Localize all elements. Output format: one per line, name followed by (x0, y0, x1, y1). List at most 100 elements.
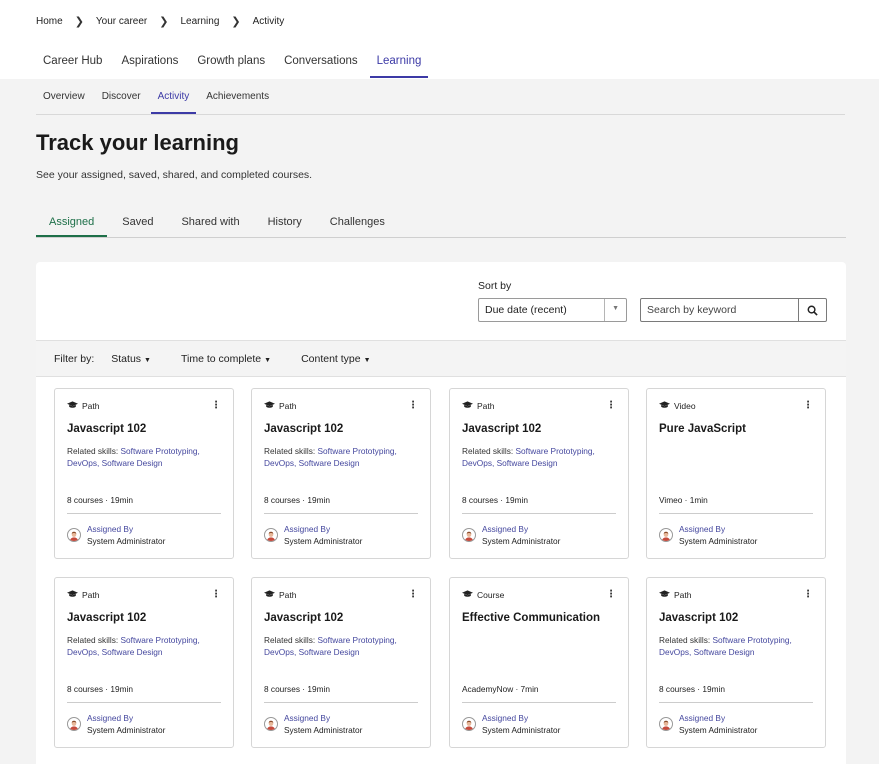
tab-aspirations[interactable]: Aspirations (114, 51, 185, 78)
assigned-by: Assigned By System Administrator (679, 523, 757, 547)
content-type: Path (264, 401, 297, 411)
filter-content-type[interactable]: Content type ▼ (301, 353, 370, 365)
tab-conversations[interactable]: Conversations (277, 51, 365, 78)
search-button[interactable] (798, 299, 826, 321)
avatar (462, 528, 476, 542)
sort-select[interactable]: Due date (recent) ▼ (478, 298, 627, 322)
main-nav: Career Hub Aspirations Growth plans Conv… (36, 51, 433, 78)
content-type: Path (659, 590, 692, 600)
breadcrumb: Home ❯ Your career ❯ Learning ❯ Activity (36, 15, 284, 28)
page-title: Track your learning (36, 130, 239, 155)
card-title[interactable]: Pure JavaScript (659, 423, 746, 435)
card-title[interactable]: Javascript 102 (462, 423, 541, 435)
tab-learning[interactable]: Learning (369, 51, 429, 78)
learning-card[interactable]: Path ⋮ Javascript 102 Related skills: Softw… (54, 388, 234, 559)
filter-time-to-complete[interactable]: Time to complete ▼ (181, 353, 271, 365)
tab-saved[interactable]: Saved (109, 212, 166, 237)
divider (67, 513, 221, 514)
card-meta: Vimeo · 1min (659, 495, 708, 505)
assigned-by-name: System Administrator (679, 536, 758, 546)
assigned-by-name: System Administrator (87, 536, 166, 546)
assigned-by-label: Assigned By (284, 524, 331, 534)
content-type: Path (462, 401, 495, 411)
chevron-right-icon: ❯ (231, 16, 241, 28)
more-options-icon[interactable]: ⋮ (803, 590, 813, 600)
learning-card[interactable]: Course ⋮ Effective Communication AcademyNow… (449, 577, 629, 748)
tab-history[interactable]: History (255, 212, 315, 237)
subtab-activity[interactable]: Activity (150, 89, 197, 114)
content-type: Path (67, 590, 100, 600)
learning-card[interactable]: Path ⋮ Javascript 102 Related skills: Softw… (251, 388, 431, 559)
assigned-by-label: Assigned By (679, 524, 726, 534)
content-type: Course (462, 590, 504, 600)
related-skills-label: Related skills: (659, 635, 713, 645)
assigned-by-label: Assigned By (87, 713, 134, 723)
assigned-by-label: Assigned By (87, 524, 134, 534)
card-title[interactable]: Javascript 102 (67, 612, 146, 624)
card-title[interactable]: Javascript 102 (659, 612, 738, 624)
card-title[interactable]: Javascript 102 (264, 423, 343, 435)
breadcrumb-home[interactable]: Home (36, 16, 63, 27)
caret-down-icon: ▼ (363, 356, 371, 364)
more-options-icon[interactable]: ⋮ (408, 590, 418, 600)
more-options-icon[interactable]: ⋮ (606, 590, 616, 600)
avatar (462, 717, 476, 731)
learning-card[interactable]: Path ⋮ Javascript 102 Related skills: Softw… (54, 577, 234, 748)
subtab-overview[interactable]: Overview (36, 89, 92, 114)
assigned-by-name: System Administrator (284, 725, 363, 735)
assigned-by-label: Assigned By (284, 713, 331, 723)
assigned-by-label: Assigned By (482, 524, 529, 534)
learning-card[interactable]: Path ⋮ Javascript 102 Related skills: Softw… (449, 388, 629, 559)
breadcrumb-activity: Activity (252, 16, 285, 27)
card-title[interactable]: Effective Communication (462, 612, 600, 624)
content-type-label: Path (477, 401, 495, 411)
card-meta: 8 courses · 19min (67, 684, 133, 694)
card-meta: 8 courses · 19min (462, 495, 528, 505)
more-options-icon[interactable]: ⋮ (211, 590, 221, 600)
divider (264, 702, 418, 703)
content-type-label: Path (279, 401, 297, 411)
avatar (264, 717, 278, 731)
tab-career-hub[interactable]: Career Hub (36, 51, 109, 78)
filter-status[interactable]: Status ▼ (111, 353, 151, 365)
related-skills: Related skills: Software Prototyping, De… (67, 634, 227, 658)
top-header: Home ❯ Your career ❯ Learning ❯ Activity… (0, 0, 879, 79)
sort-label: Sort by (478, 280, 512, 292)
more-options-icon[interactable]: ⋮ (211, 401, 221, 411)
breadcrumb-learning[interactable]: Learning (180, 16, 219, 27)
related-skills-label: Related skills: (264, 635, 318, 645)
assigned-by: Assigned By System Administrator (87, 523, 165, 547)
chevron-right-icon: ❯ (159, 16, 169, 28)
tab-shared-with[interactable]: Shared with (168, 212, 252, 237)
filter-time-label: Time to complete (180, 352, 262, 365)
tab-growth-plans[interactable]: Growth plans (190, 51, 272, 78)
graduation-cap-icon (659, 401, 674, 411)
card-title[interactable]: Javascript 102 (264, 612, 343, 624)
tab-challenges[interactable]: Challenges (317, 212, 398, 237)
graduation-cap-icon (659, 590, 674, 600)
breadcrumb-your-career[interactable]: Your career (96, 16, 147, 27)
related-skills: Related skills: Software Prototyping, De… (462, 445, 622, 469)
chevron-right-icon: ❯ (74, 16, 84, 28)
more-options-icon[interactable]: ⋮ (606, 401, 616, 411)
more-options-icon[interactable]: ⋮ (803, 401, 813, 411)
related-skills-label: Related skills: (67, 446, 121, 456)
caret-down-icon: ▼ (612, 305, 619, 312)
divider (67, 702, 221, 703)
content-type-label: Path (279, 590, 297, 600)
learning-panel: Sort by Due date (recent) ▼ Search by ke… (36, 262, 846, 764)
learning-card[interactable]: Path ⋮ Javascript 102 Related skills: Softw… (251, 577, 431, 748)
learning-card[interactable]: Path ⋮ Javascript 102 Related skills: Softw… (646, 577, 826, 748)
card-title[interactable]: Javascript 102 (67, 423, 146, 435)
learning-card[interactable]: Video ⋮ Pure JavaScript Vimeo · 1min Assigne… (646, 388, 826, 559)
caret-down-icon: ▼ (264, 356, 272, 364)
assigned-by: Assigned By System Administrator (482, 523, 560, 547)
search-input[interactable]: Search by keyword (640, 298, 827, 322)
subtab-achievements[interactable]: Achievements (199, 89, 276, 114)
content-type-label: Path (674, 590, 692, 600)
more-options-icon[interactable]: ⋮ (408, 401, 418, 411)
divider (659, 513, 813, 514)
tab-assigned[interactable]: Assigned (36, 212, 108, 237)
assigned-by: Assigned By System Administrator (679, 712, 757, 736)
subtab-discover[interactable]: Discover (95, 89, 148, 114)
